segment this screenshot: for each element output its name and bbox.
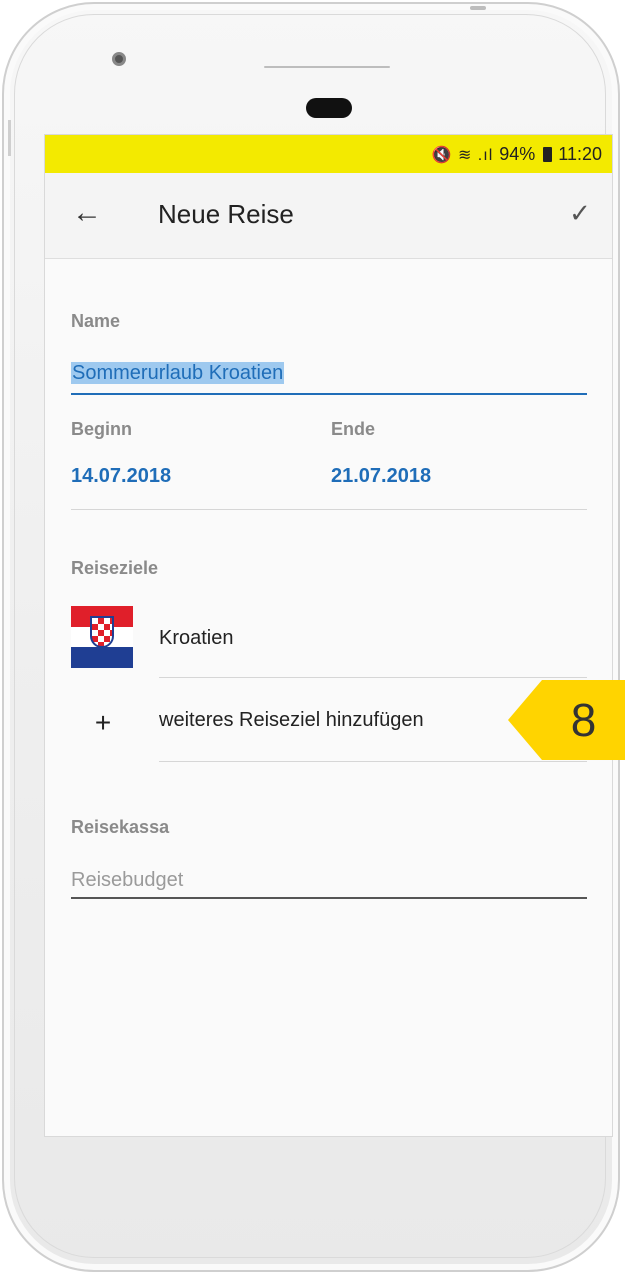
croatia-flag-icon [71,606,133,668]
phone-speaker-grille [264,66,390,68]
begin-date[interactable]: 14.07.2018 [71,465,171,488]
end-date[interactable]: 21.07.2018 [331,465,431,488]
name-label: Name [71,311,121,331]
phone-earpiece [306,98,352,118]
status-bar: 🔇 ≋ .ıl 94% 11:20 [45,135,612,173]
destinations-label: Reiseziele [71,558,159,578]
plus-icon[interactable]: + [87,707,119,739]
step-callout: 8 [508,680,625,760]
front-camera [112,52,126,66]
battery-icon [543,147,553,162]
end-label: Ende [331,419,376,439]
status-bar-info: 🔇 ≋ .ıl 94% 11:20 [432,144,602,165]
phone-side-button [8,120,11,156]
divider [159,677,587,678]
battery-percent: 94% [499,144,536,164]
trip-name-value: Sommerurlaub Kroatien [71,362,285,384]
step-number: 8 [570,694,597,746]
check-icon[interactable]: ✓ [560,193,600,233]
begin-label: Beginn [71,419,132,439]
destination-item[interactable]: Kroatien [159,627,234,650]
trip-name-input[interactable]: Sommerurlaub Kroatien [71,359,587,395]
add-destination-button[interactable]: weiteres Reiseziel hinzufügen [159,709,424,732]
phone-top-button [470,6,486,10]
divider [71,509,587,510]
budget-label: Reisekassa [71,817,170,837]
callout-pointer [508,680,542,760]
clock: 11:20 [558,144,602,164]
budget-field[interactable] [71,865,587,899]
app-bar: ← Neue Reise ✓ [45,173,612,259]
divider [159,761,587,762]
page-title: Neue Reise [158,199,294,229]
app-screen: 🔇 ≋ .ıl 94% 11:20 ← Neue Reise ✓ Name So… [44,134,613,1137]
budget-input[interactable] [71,865,587,895]
signal-icons: 🔇 ≋ .ıl [431,146,494,164]
arrow-back-icon[interactable]: ← [67,193,107,233]
